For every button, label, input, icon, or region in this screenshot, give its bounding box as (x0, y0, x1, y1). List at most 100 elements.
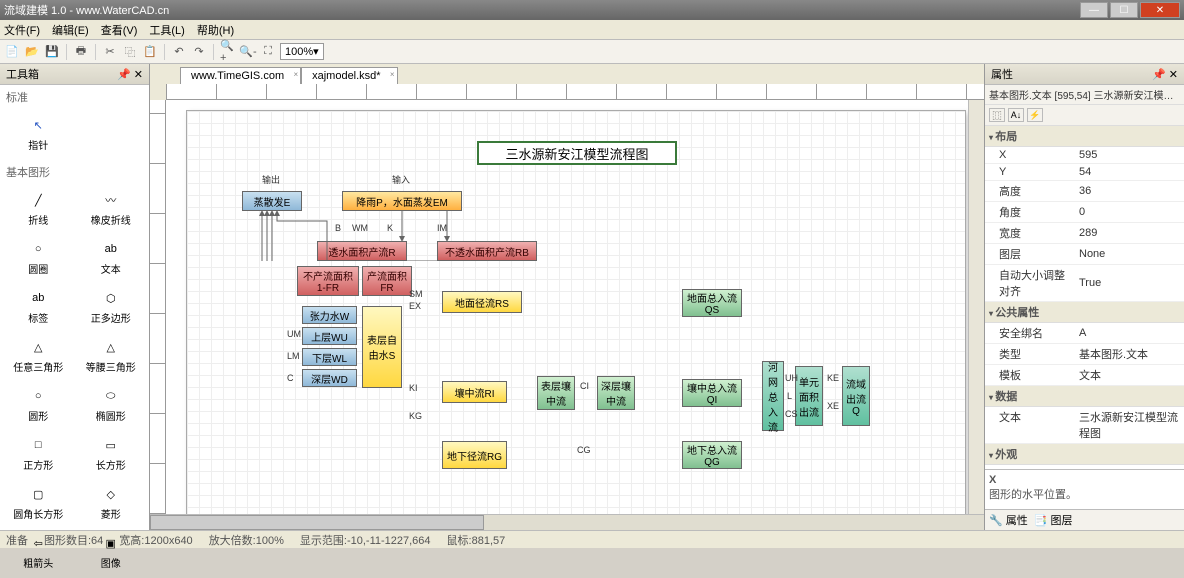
prop-row[interactable]: 文本三水源新安江模型流程图 (985, 407, 1184, 444)
save-icon[interactable]: 💾 (44, 44, 60, 60)
window-title: 流域建模 1.0 - www.WaterCAD.cn (4, 2, 1080, 18)
node-noflow[interactable]: 不产流面积1-FR (297, 266, 359, 296)
new-icon[interactable]: 📄 (4, 44, 20, 60)
node-perv[interactable]: 透水面积产流R (317, 241, 407, 261)
node-qg[interactable]: 地下总入流QG (682, 441, 742, 469)
az-icon[interactable]: A↓ (1008, 108, 1024, 122)
prop-cat-common[interactable]: 公共属性 (985, 302, 1184, 323)
close-icon[interactable]: × (390, 70, 395, 79)
prop-row[interactable]: Y54 (985, 164, 1184, 181)
close-icon[interactable]: × (293, 70, 298, 79)
node-river[interactable]: 河网总入流 (762, 361, 784, 431)
status-size: 宽高:1200x640 (119, 532, 192, 548)
menu-file[interactable]: 文件(F) (4, 22, 40, 38)
tool-item[interactable]: ╱折线 (4, 186, 73, 231)
properties-toolbar: ⿲ A↓ ⚡ (985, 105, 1184, 126)
tool-pointer[interactable]: ↖指针 (4, 111, 73, 156)
filter-icon[interactable]: ⚡ (1027, 108, 1043, 122)
node-tension[interactable]: 张力水W (302, 306, 357, 324)
tool-item[interactable]: ab文本 (77, 235, 146, 280)
tool-item[interactable]: 〰橡皮折线 (77, 186, 146, 231)
cut-icon[interactable]: ✂ (102, 44, 118, 60)
prop-row[interactable]: 模板文本 (985, 365, 1184, 386)
prop-cat-data[interactable]: 数据 (985, 386, 1184, 407)
copy-icon[interactable]: ⿻ (122, 44, 138, 60)
node-qs[interactable]: 地面总入流QS (682, 289, 742, 317)
diagram-title[interactable]: 三水源新安江模型流程图 (477, 141, 677, 165)
redo-icon[interactable]: ↷ (191, 44, 207, 60)
tool-item[interactable]: ab标签 (4, 284, 73, 329)
print-icon[interactable]: 🖶 (73, 44, 89, 60)
node-surfrs[interactable]: 地面径流RS (442, 291, 522, 313)
tab-timegis[interactable]: www.TimeGIS.com× (180, 67, 301, 84)
properties-panel: 属性📌 ✕ 基本图形.文本 [595,54] 三水源新安江模… ⿲ A↓ ⚡ 布… (984, 64, 1184, 530)
diagram-arrows (187, 111, 487, 261)
paste-icon[interactable]: 📋 (142, 44, 158, 60)
node-unit[interactable]: 单元面积出流 (795, 366, 823, 426)
scrollbar-vertical[interactable] (968, 100, 984, 514)
node-upper[interactable]: 上层WU (302, 327, 357, 345)
node-evap[interactable]: 蒸散发E (242, 191, 302, 211)
tool-item[interactable]: □正方形 (4, 431, 73, 476)
tab-xajmodel[interactable]: xajmodel.ksd*× (301, 67, 397, 84)
canvas-area: www.TimeGIS.com× xajmodel.ksd*× 三水源新安江模型… (150, 64, 984, 530)
menu-tools[interactable]: 工具(L) (149, 22, 184, 38)
node-freewater[interactable]: 表层自由水S (362, 306, 402, 388)
prop-row[interactable]: 类型基本图形.文本 (985, 344, 1184, 365)
node-rain[interactable]: 降雨P，水面蒸发EM (342, 191, 462, 211)
prop-row[interactable]: 高度36 (985, 181, 1184, 202)
node-qi[interactable]: 壤中总入流QI (682, 379, 742, 407)
node-interri[interactable]: 壤中流RI (442, 381, 507, 403)
tool-item[interactable]: △任意三角形 (4, 333, 73, 378)
label-input: 输入 (392, 173, 410, 186)
maximize-button[interactable]: ☐ (1110, 2, 1138, 18)
open-icon[interactable]: 📂 (24, 44, 40, 60)
prop-row[interactable]: 自动大小调整对齐True (985, 265, 1184, 302)
sort-icon[interactable]: ⿲ (989, 108, 1005, 122)
prop-cat-layout[interactable]: 布局 (985, 126, 1184, 147)
prop-row[interactable]: 图层None (985, 244, 1184, 265)
diagram-page[interactable]: 三水源新安江模型流程图 输出 输入 蒸散发E 降雨P，水面蒸发EM 透水面积产流… (186, 110, 966, 514)
tool-item[interactable]: ▢圆角长方形 (4, 480, 73, 525)
tool-item[interactable]: ○圆圈 (4, 235, 73, 280)
tab-layers[interactable]: 📑 图层 (1034, 512, 1073, 528)
tool-item[interactable]: ▭长方形 (77, 431, 146, 476)
node-sint[interactable]: 表层壤中流 (537, 376, 575, 410)
zoomout-icon[interactable]: 🔍- (240, 44, 256, 60)
zoomin-icon[interactable]: 🔍+ (220, 44, 236, 60)
node-imperv[interactable]: 不透水面积产流RB (437, 241, 537, 261)
pin-icon[interactable]: 📌 ✕ (1152, 68, 1178, 81)
label-output: 输出 (262, 173, 280, 186)
prop-row[interactable]: X595 (985, 147, 1184, 164)
tool-item[interactable]: ◇菱形 (77, 480, 146, 525)
menu-view[interactable]: 查看(V) (101, 22, 138, 38)
tool-item[interactable]: ⬡正多边形 (77, 284, 146, 329)
node-dint[interactable]: 深层壤中流 (597, 376, 635, 410)
scrollbar-horizontal[interactable] (150, 514, 984, 530)
tool-item[interactable]: △等腰三角形 (77, 333, 146, 378)
fit-icon[interactable]: ⛶ (260, 44, 276, 60)
node-flow[interactable]: 产流面积FR (362, 266, 412, 296)
prop-row[interactable]: 角度0 (985, 202, 1184, 223)
zoom-combo[interactable]: 100% ▾ (280, 43, 324, 60)
close-button[interactable]: ✕ (1140, 2, 1180, 18)
tab-properties[interactable]: 🔧 属性 (989, 512, 1028, 528)
undo-icon[interactable]: ↶ (171, 44, 187, 60)
menu-edit[interactable]: 编辑(E) (52, 22, 89, 38)
menu-help[interactable]: 帮助(H) (197, 22, 234, 38)
ruler-horizontal (166, 84, 984, 100)
status-mag: 放大倍数:100% (209, 532, 284, 548)
node-undergrg[interactable]: 地下径流RG (442, 441, 507, 469)
prop-cat-appearance[interactable]: 外观 (985, 444, 1184, 465)
prop-row[interactable]: 安全绑名A (985, 323, 1184, 344)
node-deep[interactable]: 深层WD (302, 369, 357, 387)
node-out[interactable]: 流域出流Q (842, 366, 870, 426)
pin-icon[interactable]: 📌 ✕ (117, 68, 143, 81)
canvas[interactable]: 三水源新安江模型流程图 输出 输入 蒸散发E 降雨P，水面蒸发EM 透水面积产流… (166, 100, 968, 514)
minimize-button[interactable]: — (1080, 2, 1108, 18)
tool-item[interactable]: ⬭椭圆形 (77, 382, 146, 427)
prop-row[interactable]: 宽度289 (985, 223, 1184, 244)
properties-body: 布局 X595 Y54 高度36 角度0 宽度289 图层None 自动大小调整… (985, 126, 1184, 469)
node-lower[interactable]: 下层WL (302, 348, 357, 366)
tool-item[interactable]: ○圆形 (4, 382, 73, 427)
